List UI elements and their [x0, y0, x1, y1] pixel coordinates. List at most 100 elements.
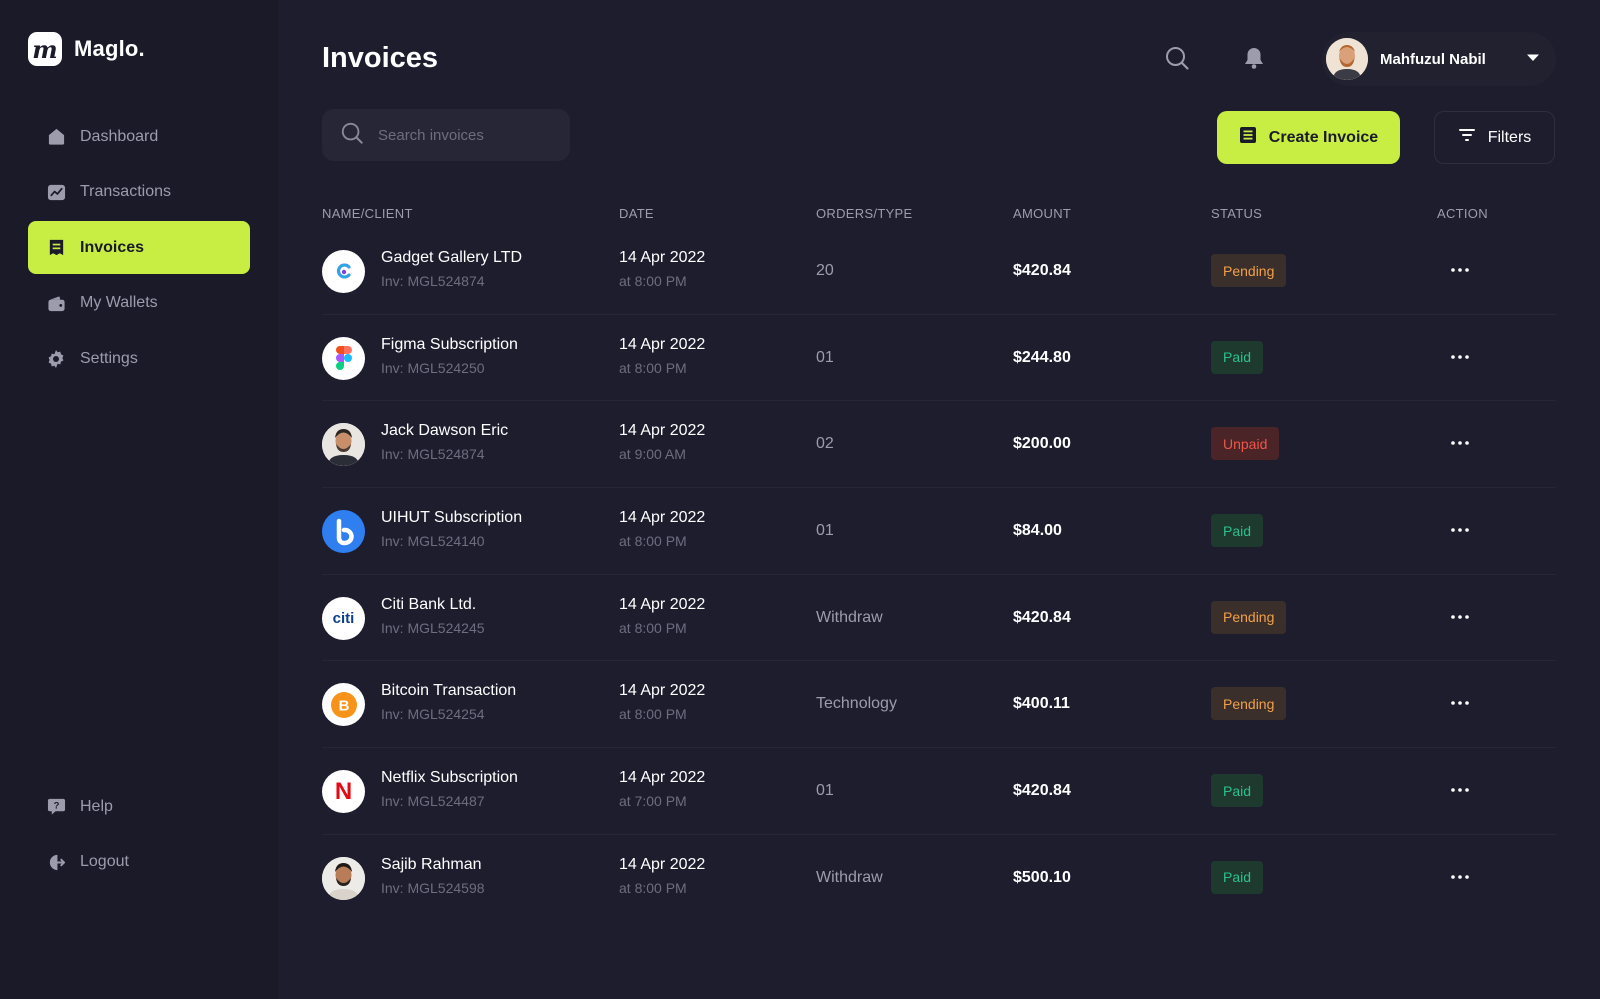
- svg-text:?: ?: [53, 800, 59, 811]
- gadget-gallery-logo: [322, 250, 365, 293]
- orders-type: Withdraw: [816, 868, 883, 886]
- date-cell: 14 Apr 2022 at 7:00 PM: [619, 769, 705, 809]
- client-cell: Netflix Subscription Inv: MGL524487: [381, 769, 518, 809]
- sidebar: m Maglo. Dashboard Transactions Invoices…: [0, 0, 278, 999]
- client-cell: Bitcoin Transaction Inv: MGL524254: [381, 682, 516, 722]
- invoice-number: Inv: MGL524254: [381, 706, 485, 723]
- client-cell: Jack Dawson Eric Inv: MGL524874: [381, 422, 508, 462]
- invoice-time: at 8:00 PM: [619, 359, 687, 376]
- citi-logo: citi: [322, 596, 365, 640]
- invoice-time: at 8:00 PM: [619, 619, 687, 636]
- more-options-icon[interactable]: [1448, 260, 1472, 280]
- search-bar: [322, 109, 570, 161]
- person-avatar: [322, 856, 365, 900]
- invoice-number: Inv: MGL524140: [381, 533, 485, 550]
- app-root: m Maglo. Dashboard Transactions Invoices…: [0, 0, 1600, 999]
- table-row[interactable]: Jack Dawson Eric Inv: MGL524874 14 Apr 2…: [322, 401, 1556, 489]
- invoice-date: 14 Apr 2022: [619, 595, 706, 613]
- home-icon: [46, 127, 66, 147]
- search-icon: [340, 121, 364, 150]
- client-cell: UIHUT Subscription Inv: MGL524140: [381, 509, 522, 549]
- bell-icon[interactable]: [1240, 44, 1268, 72]
- filter-icon: [1458, 128, 1476, 147]
- avatar: [1326, 38, 1368, 80]
- more-options-icon[interactable]: [1448, 693, 1472, 713]
- more-options-icon[interactable]: [1448, 347, 1472, 367]
- table-row[interactable]: Figma Subscription Inv: MGL524250 14 Apr…: [322, 315, 1556, 402]
- table-row[interactable]: UIHUT Subscription Inv: MGL524140 14 Apr…: [322, 488, 1556, 575]
- table-row[interactable]: N Netflix Subscription Inv: MGL524487 14…: [322, 748, 1556, 835]
- invoice-table: Gadget Gallery LTD Inv: MGL524874 14 Apr…: [322, 228, 1556, 922]
- sidebar-item-transactions[interactable]: Transactions: [28, 166, 250, 219]
- table-row[interactable]: citi Citi Bank Ltd. Inv: MGL524245 14 Ap…: [322, 575, 1556, 662]
- sidebar-item-settings[interactable]: Settings: [28, 332, 250, 385]
- column-header[interactable]: STATUS: [1211, 206, 1262, 221]
- invoice-number: Inv: MGL524874: [381, 446, 485, 463]
- table-row[interactable]: B Bitcoin Transaction Inv: MGL524254 14 …: [322, 661, 1556, 749]
- invoice-time: at 8:00 PM: [619, 706, 687, 723]
- sidebar-item-help[interactable]: ? Help: [28, 780, 250, 833]
- amount: $244.80: [1013, 348, 1071, 366]
- status-badge: Paid: [1211, 514, 1264, 548]
- date-cell: 14 Apr 2022 at 8:00 PM: [619, 336, 705, 376]
- sidebar-item-dashboard[interactable]: Dashboard: [28, 110, 250, 163]
- client-name: Netflix Subscription: [381, 769, 518, 787]
- client-name: Citi Bank Ltd.: [381, 595, 477, 613]
- date-cell: 14 Apr 2022 at 8:00 PM: [619, 596, 705, 636]
- netflix-logo: N: [322, 770, 365, 814]
- invoice-time: at 8:00 PM: [619, 879, 687, 896]
- status-badge: Paid: [1211, 340, 1264, 374]
- invoice-number: Inv: MGL524598: [381, 879, 485, 896]
- client-name: Figma Subscription: [381, 335, 518, 353]
- client-name: Jack Dawson Eric: [381, 422, 509, 440]
- more-options-icon[interactable]: [1448, 607, 1472, 627]
- sidebar-bottom-nav: ? Help Logout: [28, 780, 250, 891]
- sidebar-item-my-wallets[interactable]: My Wallets: [28, 277, 250, 330]
- more-options-icon[interactable]: [1448, 433, 1472, 453]
- amount: $420.84: [1013, 782, 1071, 800]
- table-row[interactable]: Sajib Rahman Inv: MGL524598 14 Apr 2022 …: [322, 835, 1556, 922]
- orders-type: Technology: [816, 695, 897, 713]
- invoice-date: 14 Apr 2022: [619, 249, 706, 266]
- sidebar-nav: Dashboard Transactions Invoices My Walle…: [28, 110, 250, 388]
- gear-icon: [46, 349, 66, 369]
- more-options-icon[interactable]: [1448, 780, 1472, 800]
- amount: $500.10: [1013, 868, 1071, 886]
- invoice-date: 14 Apr 2022: [619, 682, 706, 700]
- more-options-icon[interactable]: [1448, 520, 1472, 540]
- column-header[interactable]: NAME/CLIENT: [322, 206, 413, 221]
- invoice-number: Inv: MGL524250: [381, 359, 485, 376]
- app-name: Maglo.: [74, 36, 145, 61]
- status-badge: Paid: [1211, 860, 1264, 894]
- filters-button[interactable]: Filters: [1434, 111, 1555, 164]
- column-header[interactable]: AMOUNT: [1013, 206, 1071, 221]
- invoice-icon: [46, 238, 66, 258]
- sidebar-item-logout[interactable]: Logout: [28, 836, 250, 889]
- client-name: Sajib Rahman: [381, 855, 482, 873]
- sidebar-item-invoices[interactable]: Invoices: [28, 221, 250, 275]
- uihut-logo: [322, 510, 365, 554]
- date-cell: 14 Apr 2022 at 8:00 PM: [619, 509, 705, 549]
- column-header[interactable]: DATE: [619, 206, 654, 221]
- date-cell: 14 Apr 2022 at 8:00 PM: [619, 856, 705, 896]
- more-options-icon[interactable]: [1448, 867, 1472, 887]
- search-input[interactable]: [378, 126, 548, 144]
- app-logo[interactable]: m Maglo.: [28, 32, 145, 66]
- amount: $84.00: [1013, 522, 1062, 540]
- orders-type: 01: [816, 348, 834, 366]
- client-cell: Figma Subscription Inv: MGL524250: [381, 336, 518, 376]
- sidebar-item-label: Settings: [80, 349, 138, 367]
- invoice-number: Inv: MGL524245: [381, 619, 485, 636]
- client-cell: Gadget Gallery LTD Inv: MGL524874: [381, 249, 522, 289]
- status-badge: Pending: [1211, 254, 1287, 287]
- create-invoice-button[interactable]: Create Invoice: [1217, 111, 1400, 164]
- invoice-time: at 7:00 PM: [619, 793, 687, 810]
- client-cell: Citi Bank Ltd. Inv: MGL524245: [381, 596, 485, 636]
- table-row[interactable]: Gadget Gallery LTD Inv: MGL524874 14 Apr…: [322, 228, 1556, 315]
- orders-type: 01: [816, 522, 834, 540]
- create-invoice-label: Create Invoice: [1268, 128, 1379, 146]
- user-profile-dropdown[interactable]: Mahfuzul Nabil: [1322, 32, 1556, 86]
- column-header[interactable]: ORDERS/TYPE: [816, 206, 912, 221]
- search-icon[interactable]: [1163, 44, 1191, 72]
- bitcoin-logo: B: [322, 683, 365, 727]
